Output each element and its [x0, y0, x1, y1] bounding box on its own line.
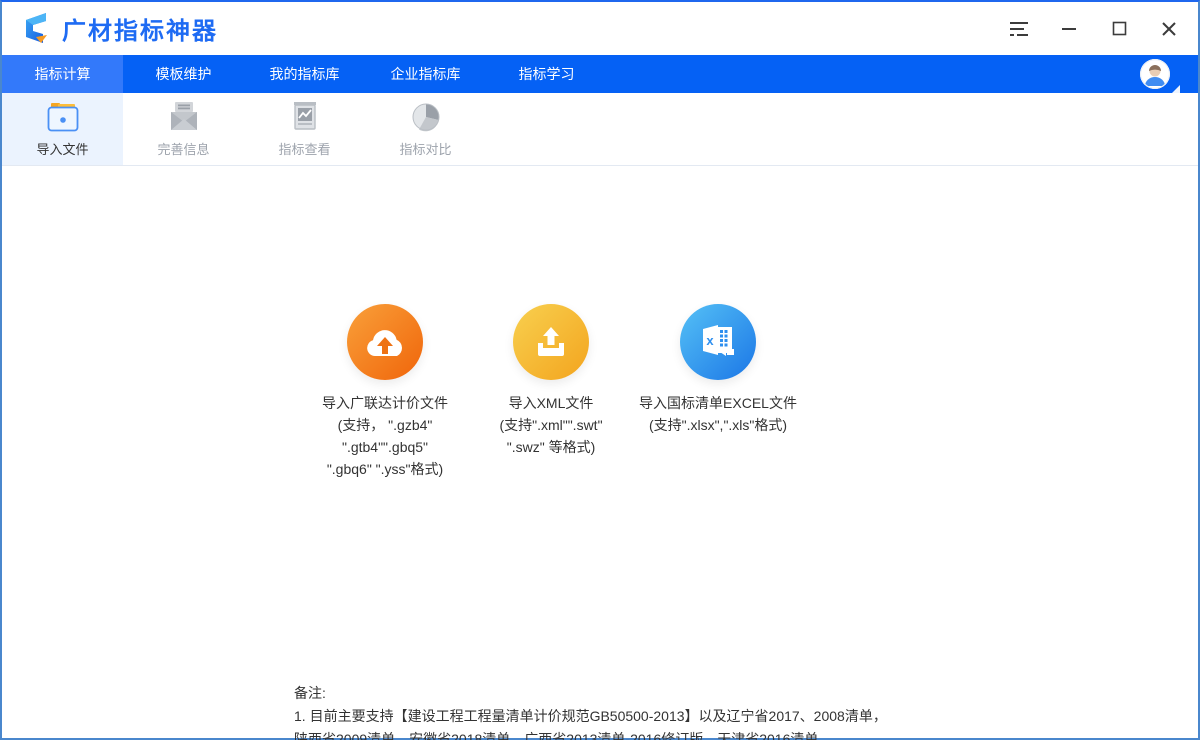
step-complete-info[interactable]: 完善信息	[123, 93, 244, 165]
step-indicator-view[interactable]: 指标查看	[244, 93, 365, 165]
maximize-button[interactable]	[1094, 2, 1144, 55]
close-icon	[1161, 21, 1177, 37]
close-button[interactable]	[1144, 2, 1194, 55]
app-title: 广材指标神器	[62, 11, 218, 46]
pie-compare-icon	[407, 100, 445, 134]
app-window: 广材指标神器	[0, 0, 1200, 740]
option-formats: ".gbq6" ".yss"格式)	[265, 458, 505, 480]
step-label: 指标对比	[399, 139, 451, 158]
folder-import-icon	[44, 100, 82, 134]
menu-button[interactable]	[994, 2, 1044, 55]
step-label: 导入文件	[36, 139, 88, 158]
step-indicator-compare[interactable]: 指标对比	[365, 93, 486, 165]
user-avatar[interactable]	[1140, 59, 1170, 89]
main-navbar: 指标计算 模板维护 我的指标库 企业指标库 指标学习	[2, 55, 1198, 93]
envelope-icon	[165, 100, 203, 134]
avatar-icon	[1140, 59, 1170, 89]
titlebar: 广材指标神器	[2, 2, 1198, 55]
minimize-icon	[1061, 21, 1077, 37]
window-controls	[994, 2, 1194, 55]
chart-view-icon	[286, 100, 324, 134]
app-logo-icon	[16, 10, 54, 48]
svg-text:x: x	[706, 333, 714, 348]
step-label: 指标查看	[278, 139, 330, 158]
option-formats: ".swz" 等格式)	[446, 436, 656, 458]
import-excel-option[interactable]: x 导入国标清单EXCEL文件 (支持".xlsx",".xls"格式)	[598, 304, 838, 436]
excel-file-icon: x	[680, 304, 756, 380]
notes-line: 1. 目前主要支持【建设工程工程量清单计价规范GB50500-2013】以及辽宁…	[294, 705, 924, 728]
tray-upload-icon	[513, 304, 589, 380]
cloud-upload-icon	[347, 304, 423, 380]
step-label: 完善信息	[157, 139, 209, 158]
option-title: 导入国标清单EXCEL文件	[598, 392, 838, 414]
tab-indicator-calculation[interactable]: 指标计算	[2, 55, 123, 93]
notes-line: 陕西省2009清单，安徽省2018清单，广西省2013清单-2016修订版，天津…	[294, 728, 924, 740]
brand: 广材指标神器	[16, 10, 218, 48]
step-toolbar: 导入文件 完善信息	[2, 93, 1198, 166]
avatar-corner-triangle	[1172, 85, 1180, 93]
main-content: 导入广联达计价文件 (支持， ".gzb4" ".gtb4"".gbq5" ".…	[2, 166, 1198, 736]
option-formats: (支持".xlsx",".xls"格式)	[598, 414, 838, 436]
minimize-button[interactable]	[1044, 2, 1094, 55]
tab-indicator-learning[interactable]: 指标学习	[486, 55, 607, 93]
tab-my-indicator-library[interactable]: 我的指标库	[244, 55, 365, 93]
menu-icon	[1009, 20, 1029, 38]
tab-enterprise-indicator-library[interactable]: 企业指标库	[365, 55, 486, 93]
notes-title: 备注:	[294, 682, 924, 705]
step-import-file[interactable]: 导入文件	[2, 93, 123, 165]
maximize-icon	[1112, 21, 1127, 36]
notes-block: 备注: 1. 目前主要支持【建设工程工程量清单计价规范GB50500-2013】…	[294, 682, 924, 740]
tab-template-maintenance[interactable]: 模板维护	[123, 55, 244, 93]
